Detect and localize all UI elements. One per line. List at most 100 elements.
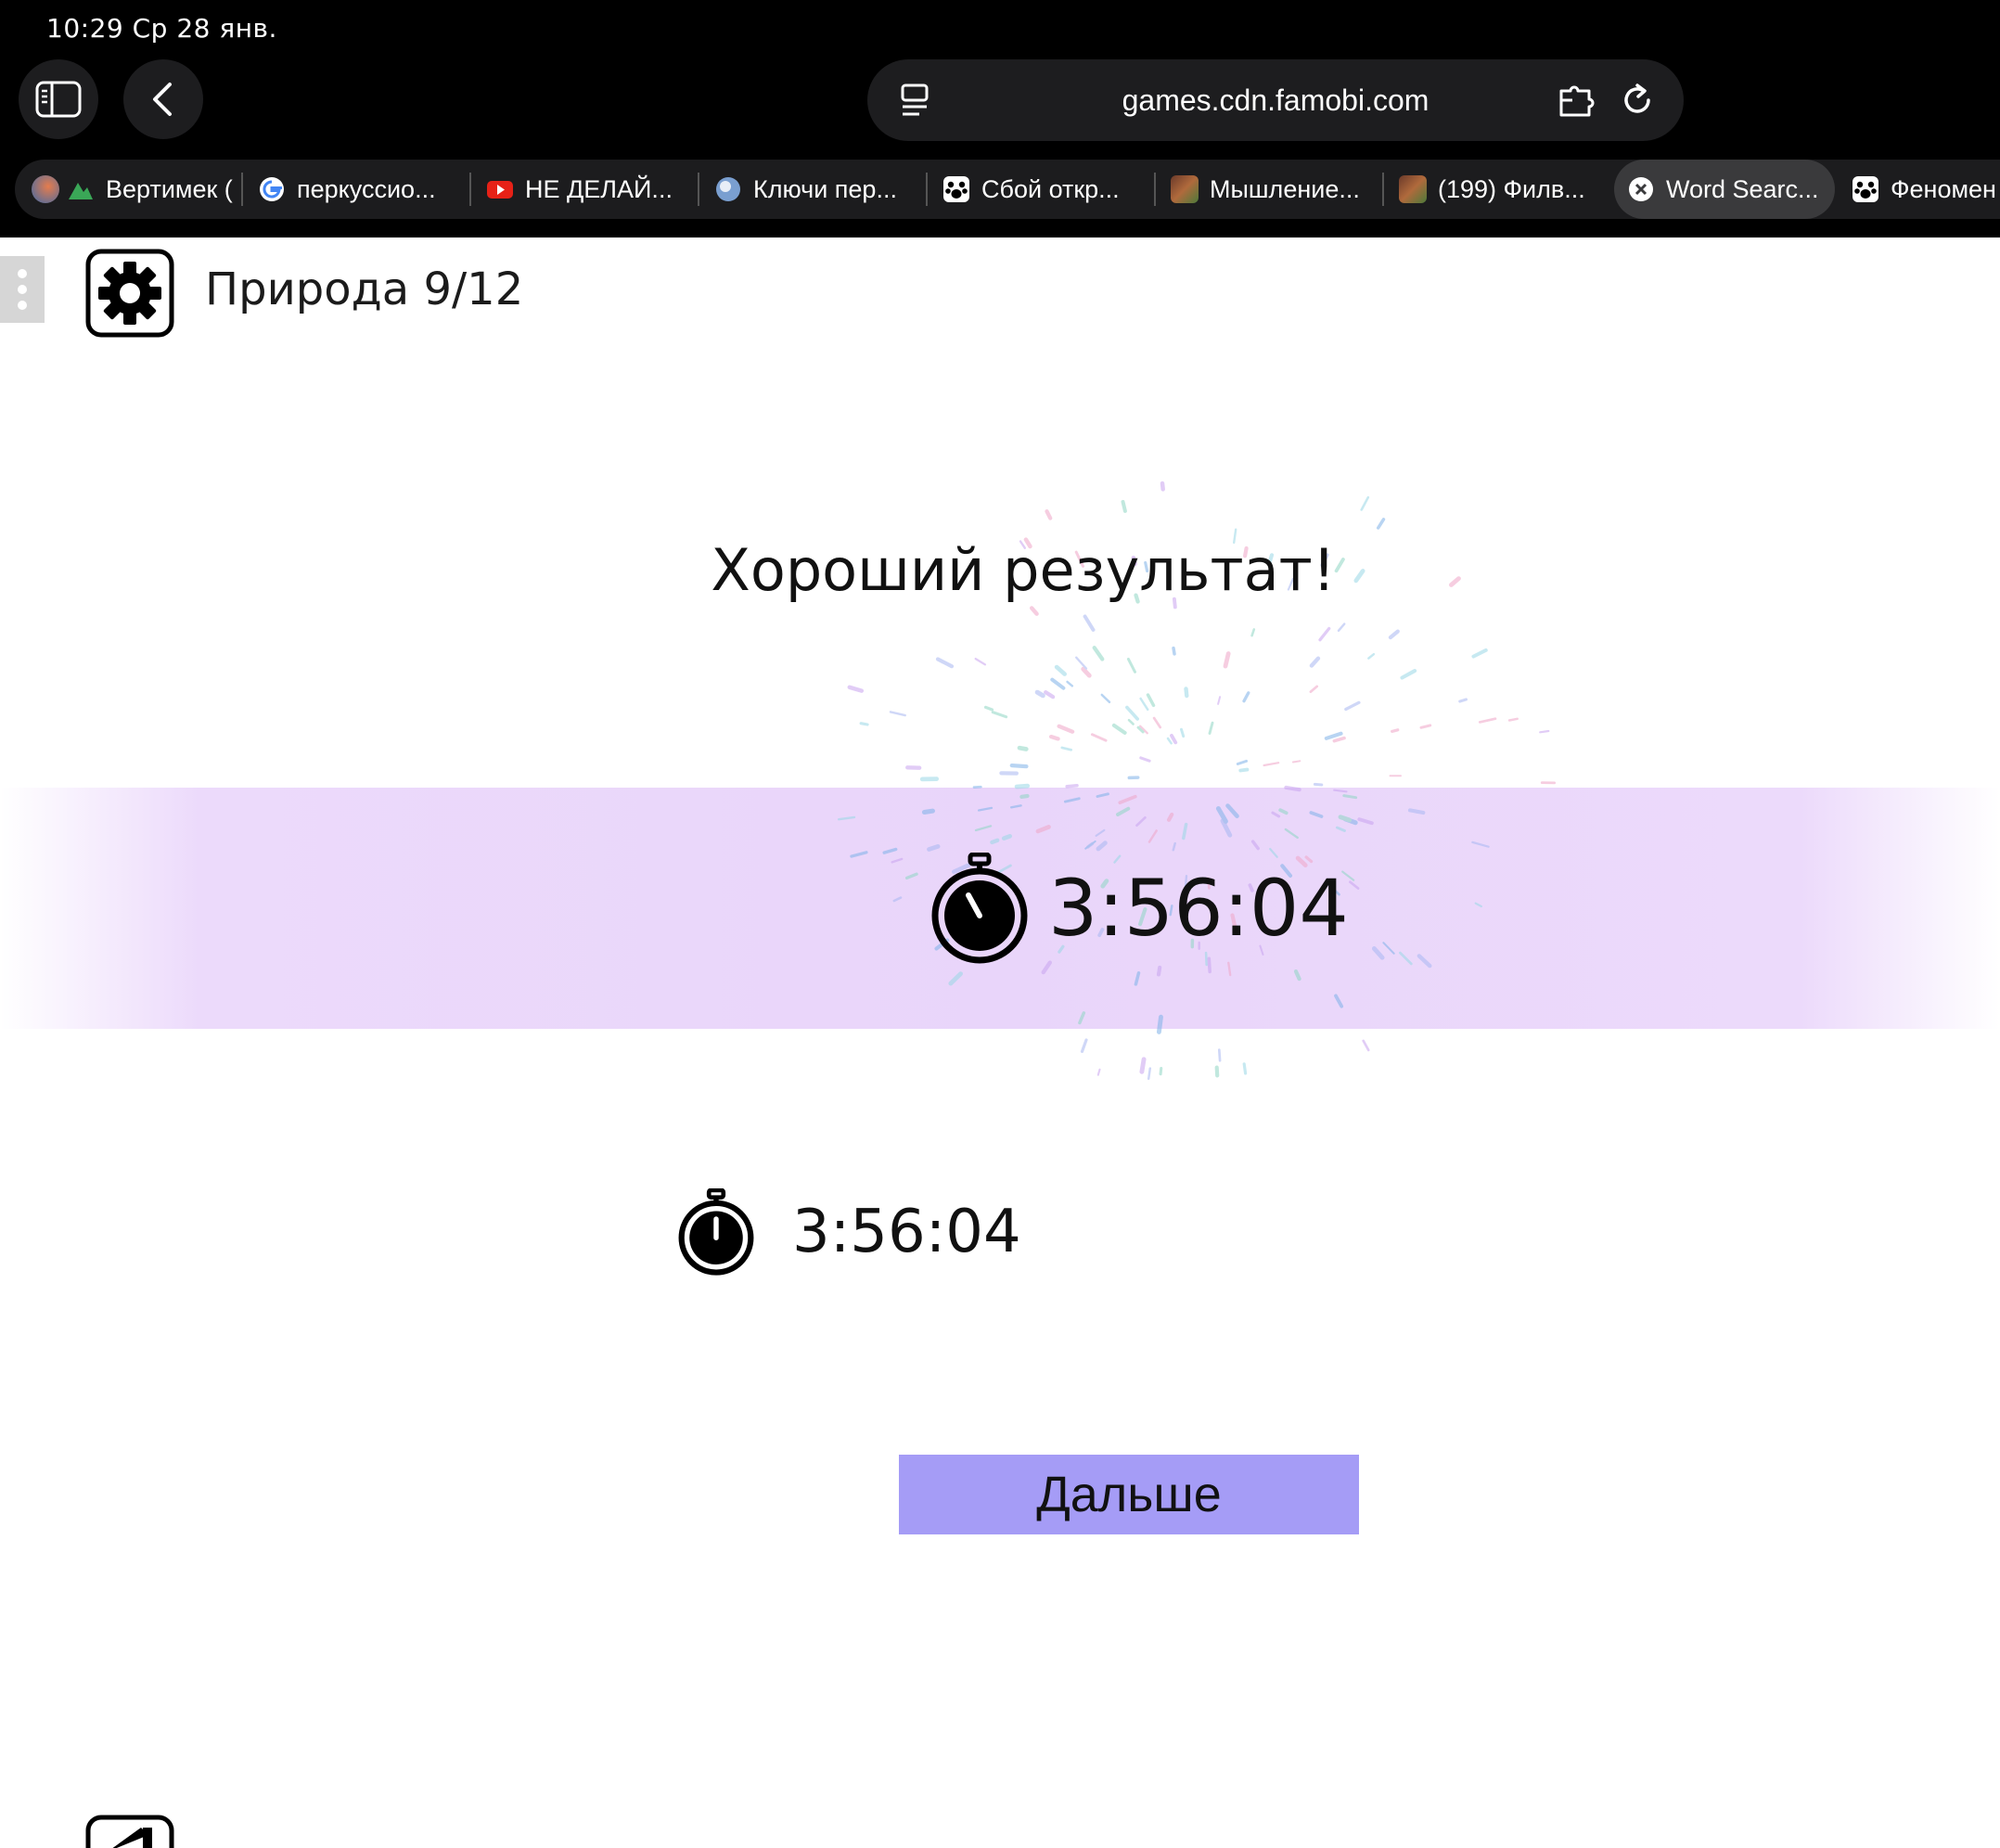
confetti-particle bbox=[1009, 763, 1029, 769]
confetti-particle bbox=[1362, 1039, 1370, 1052]
confetti-particle bbox=[1337, 622, 1346, 633]
confetti-particle bbox=[1263, 762, 1280, 767]
tab-6[interactable]: (199) Филв... bbox=[1399, 160, 1603, 219]
confetti-particle bbox=[1080, 1038, 1088, 1054]
confetti-particle bbox=[1170, 733, 1178, 745]
reload-icon[interactable] bbox=[1617, 80, 1658, 121]
confetti-particle bbox=[1054, 664, 1067, 676]
confetti-particle bbox=[1400, 669, 1417, 680]
tab-4[interactable]: Сбой откр... bbox=[942, 160, 1147, 219]
confetti-particle bbox=[1242, 691, 1250, 703]
browser-chrome: 10:29 Ср 28 янв. games.cdn.famobi.com Ве… bbox=[0, 0, 2000, 237]
confetti-particle bbox=[1139, 756, 1151, 763]
confetti-particle bbox=[1138, 725, 1148, 735]
next-button[interactable]: Дальше bbox=[899, 1455, 1359, 1534]
extension-icon[interactable] bbox=[1556, 80, 1596, 121]
confetti-particle bbox=[1092, 646, 1105, 661]
best-time: 3:56:04 bbox=[792, 1198, 1021, 1266]
confetti-particle bbox=[1390, 728, 1400, 734]
confetti-particle bbox=[1050, 677, 1066, 690]
mountain-icon bbox=[69, 183, 93, 199]
confetti-particle bbox=[1184, 687, 1189, 699]
stopwatch-icon bbox=[931, 853, 1028, 964]
confetti-particle bbox=[1208, 721, 1214, 735]
side-menu-handle[interactable] bbox=[0, 256, 45, 323]
confetti-particle bbox=[1360, 495, 1370, 511]
confetti-particle bbox=[1344, 700, 1361, 712]
confetti-particle bbox=[1166, 737, 1173, 745]
tab-5[interactable]: Мышление... bbox=[1171, 160, 1375, 219]
best-time-display: 3:56:04 bbox=[677, 1186, 1021, 1278]
confetti-particle bbox=[1478, 717, 1497, 724]
confetti-particle bbox=[1034, 689, 1045, 699]
edit-icon[interactable] bbox=[85, 1815, 174, 1848]
tab-3[interactable]: Ключи пер... bbox=[714, 160, 918, 219]
address-bar[interactable]: games.cdn.famobi.com bbox=[867, 59, 1684, 141]
confetti-particle bbox=[1217, 1048, 1222, 1062]
globe-icon bbox=[716, 177, 740, 201]
tab-active[interactable]: Word Searc... bbox=[1614, 160, 1835, 219]
confetti-particle bbox=[1014, 783, 1031, 789]
confetti-particle bbox=[1029, 606, 1039, 616]
confetti-particle bbox=[1152, 716, 1162, 729]
current-time-display: 3:56:04 bbox=[929, 848, 1349, 969]
confetti-particle bbox=[1236, 759, 1249, 765]
paw-icon bbox=[1853, 176, 1878, 202]
confetti-burst bbox=[838, 481, 1557, 1081]
current-time: 3:56:04 bbox=[1048, 863, 1349, 954]
confetti-particle bbox=[1126, 657, 1136, 674]
confetti-particle bbox=[1238, 767, 1250, 773]
confetti-particle bbox=[1048, 734, 1060, 741]
confetti-particle bbox=[1291, 760, 1301, 764]
confetti-particle bbox=[1090, 733, 1108, 742]
level-title: Природа 9/12 bbox=[205, 263, 524, 315]
tab-strip: Вертимек ( перкуссио... НЕ ДЕЛАЙ... Ключ… bbox=[0, 156, 2000, 223]
confetti-particle bbox=[1045, 509, 1053, 520]
confetti-particle bbox=[1147, 1067, 1152, 1081]
tab-2[interactable]: НЕ ДЕЛАЙ... bbox=[486, 160, 690, 219]
confetti-particle bbox=[1060, 746, 1073, 751]
confetti-particle bbox=[1324, 731, 1343, 740]
confetti-particle bbox=[1017, 745, 1029, 751]
confetti-particle bbox=[1044, 690, 1056, 699]
confetti-particle bbox=[847, 685, 865, 693]
confetti-particle bbox=[1096, 1068, 1101, 1076]
confetti-particle bbox=[974, 657, 987, 666]
confetti-particle bbox=[1539, 729, 1550, 734]
image-thumb-icon bbox=[1399, 175, 1427, 203]
confetti-particle bbox=[1376, 518, 1386, 530]
sidebar-toggle-button[interactable] bbox=[19, 59, 98, 139]
tab-1[interactable]: перкуссио... bbox=[258, 160, 462, 219]
confetti-particle bbox=[1172, 646, 1176, 656]
confetti-particle bbox=[1057, 724, 1075, 734]
confetti-particle bbox=[1367, 652, 1376, 660]
confetti-particle bbox=[1146, 693, 1156, 708]
close-icon[interactable] bbox=[1627, 175, 1655, 203]
confetti-particle bbox=[1313, 782, 1324, 787]
confetti-particle bbox=[1309, 656, 1321, 668]
confetti-particle bbox=[1242, 1062, 1248, 1075]
confetti-particle bbox=[1458, 698, 1468, 703]
confetti-particle bbox=[983, 705, 994, 712]
paw-icon bbox=[943, 176, 969, 202]
status-time: 10:29 Ср 28 янв. bbox=[46, 13, 277, 44]
stopwatch-icon bbox=[678, 1188, 754, 1276]
confetti-particle bbox=[1388, 629, 1400, 640]
confetti-particle bbox=[1180, 727, 1186, 738]
confetti-particle bbox=[1083, 614, 1096, 632]
confetti-particle bbox=[1139, 1057, 1147, 1074]
pinned-tab-icon[interactable] bbox=[32, 175, 59, 203]
confetti-particle bbox=[1121, 499, 1127, 513]
confetti-particle bbox=[1332, 736, 1346, 743]
tab-0[interactable]: Вертимек ( bbox=[67, 160, 252, 219]
settings-gear-icon[interactable] bbox=[85, 249, 174, 338]
confetti-particle bbox=[1214, 1065, 1220, 1078]
confetti-particle bbox=[1125, 705, 1139, 721]
confetti-particle bbox=[1309, 685, 1319, 694]
tab-8[interactable]: Феномен bbox=[1852, 160, 2000, 219]
google-icon bbox=[260, 177, 284, 201]
back-button[interactable] bbox=[123, 59, 203, 139]
confetti-particle bbox=[1419, 724, 1432, 729]
confetti-particle bbox=[1318, 626, 1331, 642]
result-message: Хороший результат! bbox=[711, 536, 1336, 604]
